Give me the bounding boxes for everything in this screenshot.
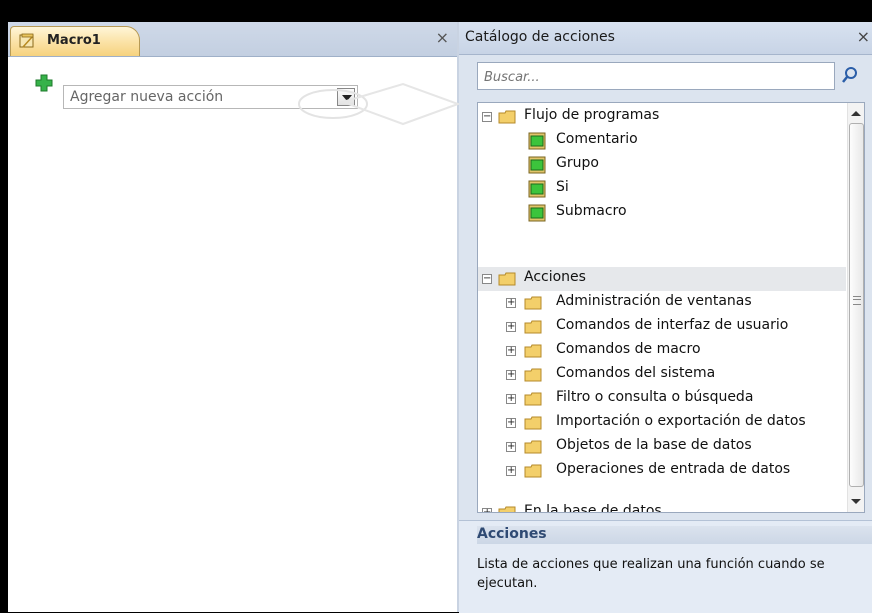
tree-item-si[interactable]: Si	[478, 177, 846, 201]
expand-icon[interactable]: +	[506, 466, 516, 476]
tree-folder-label: Importación o exportación de datos	[556, 413, 806, 429]
action-tree: − Flujo de programas Comentario Grupo Si…	[477, 102, 865, 513]
tree-item-label: Si	[556, 179, 569, 195]
close-catalog-icon[interactable]: ×	[857, 27, 870, 46]
action-catalog-pane: Catálogo de acciones × − Flujo de progra…	[459, 22, 872, 613]
tree-folder-administracion[interactable]: + Administración de ventanas	[478, 291, 846, 315]
folder-icon	[498, 110, 516, 124]
tree-group-en-la-base[interactable]: + En la base de datos	[478, 501, 846, 513]
tree-group-label: En la base de datos	[524, 503, 662, 513]
close-tab-icon[interactable]: ×	[436, 28, 449, 47]
tree-folder-filtro[interactable]: + Filtro o consulta o búsqueda	[478, 387, 846, 411]
add-action-icon[interactable]	[35, 74, 53, 92]
tree-folder-label: Comandos del sistema	[556, 365, 716, 381]
tree-folder-importacion[interactable]: + Importación o exportación de datos	[478, 411, 846, 435]
tree-folder-label: Objetos de la base de datos	[556, 437, 752, 453]
scroll-up-icon[interactable]	[851, 111, 861, 116]
description-title: Acciones	[477, 526, 872, 544]
expand-icon[interactable]: +	[506, 346, 516, 356]
tree-folder-operaciones[interactable]: + Operaciones de entrada de datos	[478, 459, 846, 483]
tree-group-label: Flujo de programas	[524, 107, 660, 123]
scroll-thumb[interactable]	[849, 123, 864, 487]
expand-icon[interactable]: +	[506, 394, 516, 404]
folder-icon	[524, 344, 542, 358]
search-field[interactable]	[477, 62, 835, 90]
tree-item-label: Submacro	[556, 203, 627, 219]
tree-folder-comandos-sistema[interactable]: + Comandos del sistema	[478, 363, 846, 387]
expand-icon[interactable]: +	[506, 370, 516, 380]
folder-icon	[524, 320, 542, 334]
folder-icon	[524, 416, 542, 430]
app-window: Macro1 × Agregar nueva acción Catálogo d…	[8, 22, 872, 613]
tree-item-comentario[interactable]: Comentario	[478, 129, 846, 153]
tree-scrollbar[interactable]	[847, 103, 864, 512]
expand-icon[interactable]: +	[506, 298, 516, 308]
expand-icon[interactable]: +	[482, 508, 492, 512]
tree-group-flujo[interactable]: − Flujo de programas	[478, 105, 846, 129]
folder-icon	[524, 440, 542, 454]
tree-group-label: Acciones	[524, 269, 586, 285]
search-input[interactable]	[482, 66, 826, 88]
folder-icon	[498, 506, 516, 512]
if-action-icon	[528, 180, 546, 198]
description-text: Lista de acciones que realizan una funci…	[477, 557, 825, 591]
tree-folder-label: Operaciones de entrada de datos	[556, 461, 791, 477]
catalog-title: Catálogo de acciones	[465, 29, 615, 45]
tree-group-acciones[interactable]: − Acciones	[478, 267, 846, 291]
tree-item-label: Comentario	[556, 131, 638, 147]
folder-icon	[524, 392, 542, 406]
submacro-action-icon	[528, 204, 546, 222]
document-tab-bar: Macro1 ×	[8, 22, 457, 57]
folder-icon	[498, 272, 516, 286]
grip-icon	[853, 296, 861, 305]
tree-folder-label: Filtro o consulta o búsqueda	[556, 389, 754, 405]
tree-folder-label: Comandos de interfaz de usuario	[556, 317, 789, 333]
scroll-down-icon[interactable]	[851, 499, 861, 504]
expand-icon[interactable]: +	[506, 442, 516, 452]
tree-item-label: Grupo	[556, 155, 599, 171]
group-action-icon	[528, 156, 546, 174]
folder-icon	[524, 296, 542, 310]
collapse-icon[interactable]: −	[482, 274, 492, 284]
tree-folder-label: Administración de ventanas	[556, 293, 752, 309]
tree-item-grupo[interactable]: Grupo	[478, 153, 846, 177]
tab-macro1[interactable]: Macro1	[10, 26, 140, 56]
watermark-logo	[298, 82, 461, 126]
expand-icon[interactable]: +	[506, 418, 516, 428]
collapse-icon[interactable]: −	[482, 112, 492, 122]
tree-folder-comandos-interfaz[interactable]: + Comandos de interfaz de usuario	[478, 315, 846, 339]
tree-folder-label: Comandos de macro	[556, 341, 701, 357]
description-panel: Acciones Lista de acciones que realizan …	[459, 520, 872, 613]
folder-icon	[524, 464, 542, 478]
expand-icon[interactable]: +	[506, 322, 516, 332]
macro-icon	[19, 33, 34, 48]
add-action-placeholder: Agregar nueva acción	[70, 89, 224, 105]
tree-folder-comandos-macro[interactable]: + Comandos de macro	[478, 339, 846, 363]
comment-action-icon	[528, 132, 546, 150]
tree-folder-objetos[interactable]: + Objetos de la base de datos	[478, 435, 846, 459]
folder-icon	[524, 368, 542, 382]
search-icon[interactable]	[837, 62, 863, 90]
tree-item-submacro[interactable]: Submacro	[478, 201, 846, 225]
macro-editor-pane: Macro1 × Agregar nueva acción	[8, 22, 461, 612]
catalog-header: Catálogo de acciones ×	[459, 22, 872, 55]
tab-label: Macro1	[47, 33, 101, 48]
